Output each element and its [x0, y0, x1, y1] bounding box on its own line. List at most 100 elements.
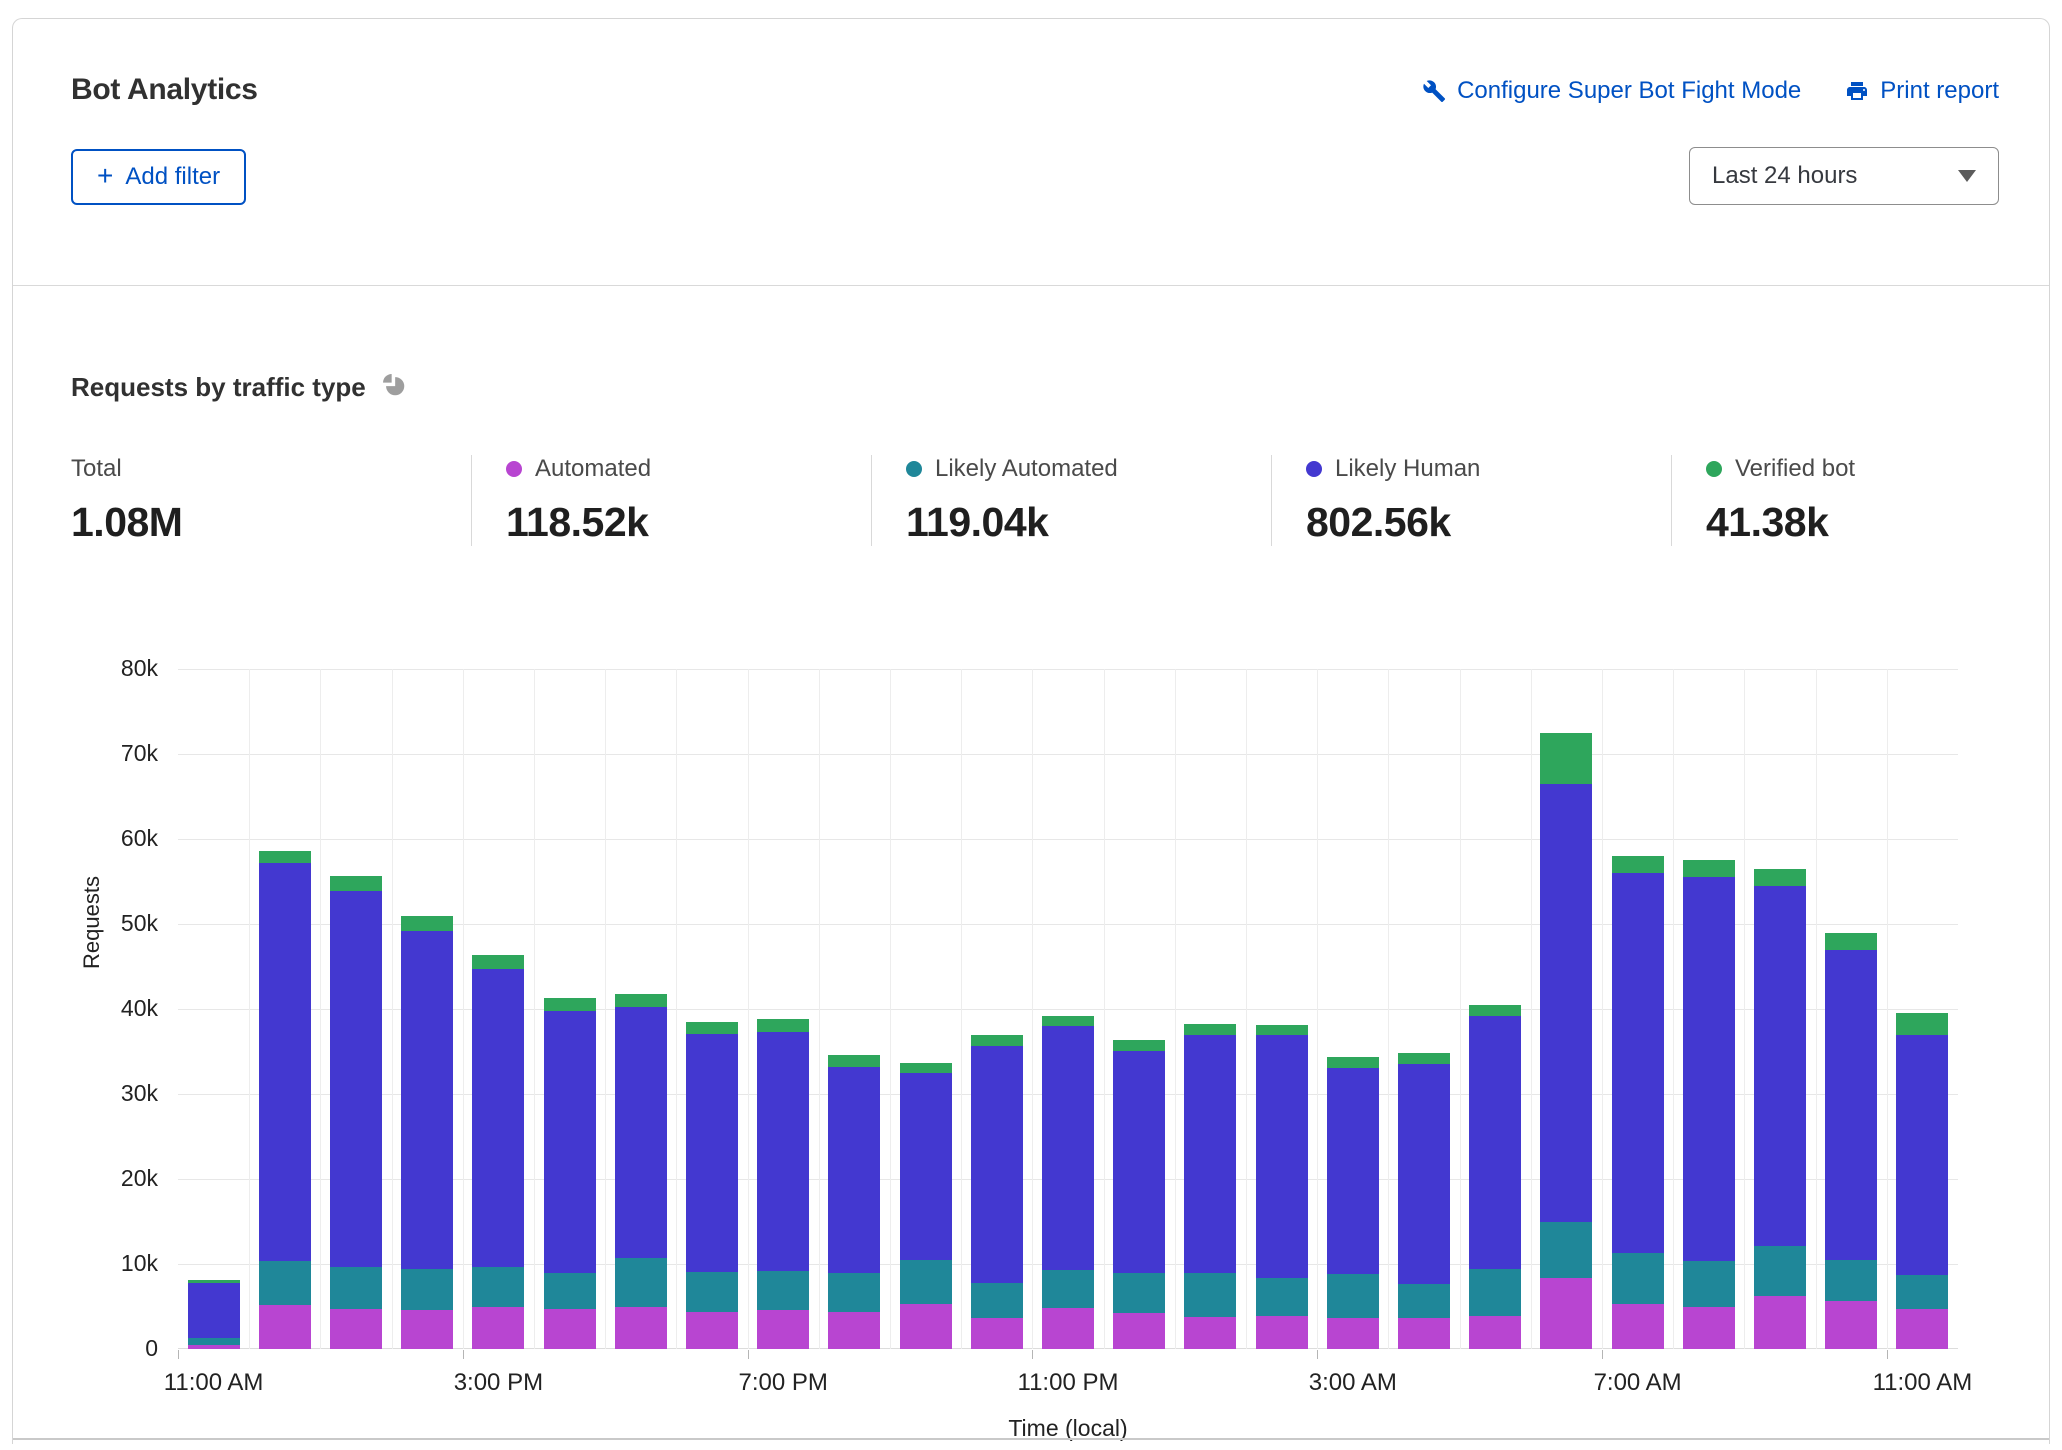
gridline [1388, 669, 1389, 1349]
stacked-bar-hour-11[interactable] [971, 1035, 1023, 1349]
stacked-bar-hour-24[interactable] [1896, 1013, 1948, 1349]
header-links: Configure Super Bot Fight Mode Print rep… [1422, 77, 1999, 105]
bar-segment-likely_human [1896, 1035, 1948, 1276]
bar-segment-likely_automated [757, 1271, 809, 1310]
bar-segment-automated [686, 1312, 738, 1349]
y-tick-label: 70k [68, 740, 158, 767]
bar-segment-verified_bot [472, 955, 524, 969]
configure-super-bot-fight-mode-link[interactable]: Configure Super Bot Fight Mode [1422, 77, 1801, 105]
bar-segment-automated [1469, 1316, 1521, 1349]
stacked-bar-hour-13[interactable] [1113, 1040, 1165, 1349]
x-tick-mark [748, 1350, 749, 1359]
time-range-select[interactable]: Last 24 hours [1689, 147, 1999, 205]
bar-segment-likely_human [259, 863, 311, 1262]
bar-segment-likely_automated [188, 1338, 240, 1345]
x-tick-mark [178, 1350, 179, 1359]
bar-segment-verified_bot [1896, 1013, 1948, 1034]
bar-segment-likely_automated [971, 1283, 1023, 1318]
x-tick-mark [463, 1350, 464, 1359]
bar-segment-likely_human [1825, 950, 1877, 1260]
bar-segment-likely_human [1398, 1064, 1450, 1283]
bar-segment-likely_human [971, 1046, 1023, 1282]
stacked-bar-hour-19[interactable] [1540, 733, 1592, 1349]
bar-segment-likely_human [472, 969, 524, 1267]
stacked-bar-hour-9[interactable] [828, 1055, 880, 1349]
bar-segment-likely_human [1683, 877, 1735, 1261]
stacked-bar-hour-18[interactable] [1469, 1005, 1521, 1349]
gridline [605, 669, 606, 1349]
bar-segment-likely_automated [1256, 1278, 1308, 1315]
bar-segment-likely_automated [828, 1273, 880, 1313]
x-tick-label: 7:00 PM [693, 1369, 873, 1397]
bar-segment-verified_bot [1683, 860, 1735, 877]
bar-segment-likely_human [900, 1073, 952, 1260]
stat-label: Likely Human [1335, 455, 1480, 483]
stacked-bar-hour-15[interactable] [1256, 1025, 1308, 1349]
gridline [1246, 669, 1247, 1349]
bar-segment-automated [1896, 1309, 1948, 1349]
stacked-bar-hour-7[interactable] [686, 1022, 738, 1349]
stacked-bar-hour-16[interactable] [1327, 1057, 1379, 1349]
bar-segment-verified_bot [1540, 733, 1592, 784]
stacked-bar-hour-5[interactable] [544, 998, 596, 1349]
bar-segment-likely_human [1042, 1026, 1094, 1270]
bar-segment-likely_human [330, 891, 382, 1267]
bar-segment-automated [544, 1309, 596, 1349]
bar-segment-automated [1612, 1304, 1664, 1349]
bar-segment-likely_human [1256, 1035, 1308, 1278]
gridline [249, 669, 250, 1349]
stacked-bar-hour-22[interactable] [1754, 869, 1806, 1349]
stacked-bar-hour-21[interactable] [1683, 860, 1735, 1349]
stacked-bar-hour-3[interactable] [401, 916, 453, 1349]
bar-segment-likely_automated [401, 1269, 453, 1310]
page-title: Bot Analytics [71, 73, 258, 107]
stacked-bar-hour-2[interactable] [330, 876, 382, 1349]
x-tick-label: 3:00 AM [1263, 1369, 1443, 1397]
stacked-bar-hour-23[interactable] [1825, 933, 1877, 1349]
stacked-bar-hour-14[interactable] [1184, 1024, 1236, 1349]
bar-segment-verified_bot [686, 1022, 738, 1034]
stacked-bar-hour-10[interactable] [900, 1063, 952, 1349]
stacked-bar-hour-0[interactable] [188, 1280, 240, 1349]
gridline [178, 669, 1958, 670]
stacked-bar-hour-20[interactable] [1612, 856, 1664, 1349]
bar-segment-likely_automated [330, 1267, 382, 1310]
bar-segment-verified_bot [615, 994, 667, 1008]
stacked-bar-hour-1[interactable] [259, 851, 311, 1349]
likely-human-legend-dot [1306, 461, 1322, 477]
stat-automated: Automated 118.52k [471, 455, 871, 546]
bar-segment-likely_automated [1825, 1260, 1877, 1302]
gridline [1460, 669, 1461, 1349]
stacked-bar-hour-4[interactable] [472, 955, 524, 1349]
bar-segment-likely_human [1327, 1068, 1379, 1275]
add-filter-button[interactable]: + Add filter [71, 149, 246, 205]
bar-segment-likely_human [1612, 873, 1664, 1253]
stacked-bar-hour-6[interactable] [615, 994, 667, 1349]
stat-value: 118.52k [506, 499, 851, 546]
chevron-down-icon [1958, 170, 1976, 182]
gridline [1317, 669, 1318, 1349]
bar-segment-automated [1825, 1301, 1877, 1349]
stacked-bar-hour-8[interactable] [757, 1019, 809, 1349]
bar-segment-automated [900, 1304, 952, 1349]
print-report-link[interactable]: Print report [1845, 77, 1999, 105]
stacked-bar-hour-17[interactable] [1398, 1053, 1450, 1349]
y-tick-label: 40k [68, 995, 158, 1022]
bar-segment-likely_automated [1469, 1269, 1521, 1316]
bar-segment-likely_automated [1683, 1261, 1735, 1306]
bar-segment-verified_bot [757, 1019, 809, 1032]
stacked-bar-hour-12[interactable] [1042, 1016, 1094, 1349]
section-bottom-divider [13, 1438, 2049, 1440]
bar-segment-verified_bot [900, 1063, 952, 1073]
gridline [178, 839, 1958, 840]
configure-link-label: Configure Super Bot Fight Mode [1457, 77, 1801, 105]
traffic-type-stats: Total 1.08M Automated 118.52k Likely Aut… [71, 455, 2062, 546]
gridline [463, 669, 464, 1349]
bar-segment-automated [1184, 1317, 1236, 1349]
x-tick-label: 11:00 AM [124, 1369, 304, 1397]
verified-bot-legend-dot [1706, 461, 1722, 477]
bar-segment-verified_bot [544, 998, 596, 1011]
y-tick-label: 10k [68, 1250, 158, 1277]
bar-segment-likely_automated [615, 1258, 667, 1306]
stat-label: Likely Automated [935, 455, 1118, 483]
